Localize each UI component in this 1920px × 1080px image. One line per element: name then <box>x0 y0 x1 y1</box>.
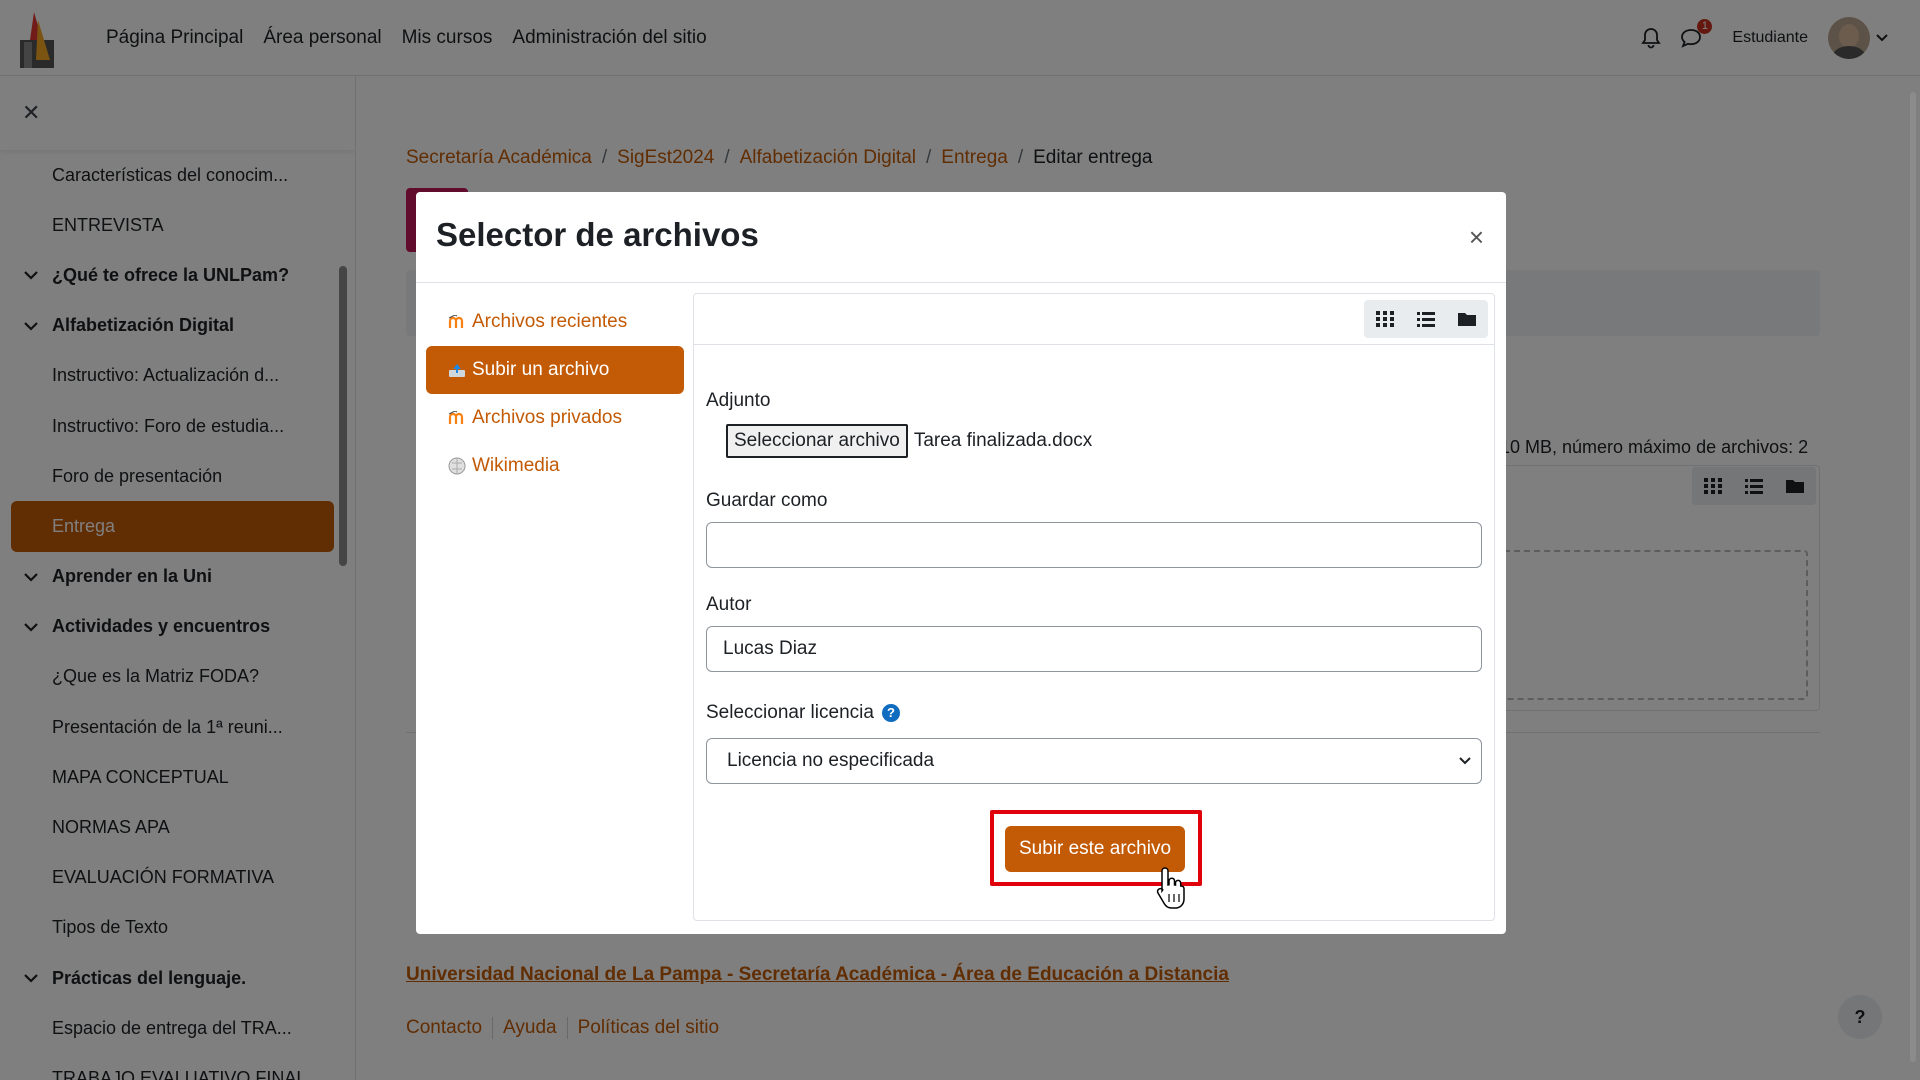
chevron-down-icon <box>1459 757 1471 765</box>
repo-wikimedia[interactable]: Wikimedia <box>426 442 684 490</box>
view-toolbar <box>1364 300 1488 338</box>
repo-recent-files[interactable]: Archivos recientes <box>426 298 684 346</box>
repo-private-files[interactable]: Archivos privados <box>426 394 684 442</box>
repository-list: Archivos recientes Subir un archivo Arch… <box>426 298 684 490</box>
choose-file-button[interactable]: Seleccionar archivo <box>726 424 908 458</box>
repo-label: Subir un archivo <box>472 359 610 380</box>
close-icon[interactable]: ✕ <box>22 100 40 126</box>
save-as-input[interactable] <box>706 522 1482 568</box>
moodle-icon <box>446 312 468 332</box>
page-scrollbar-thumb[interactable] <box>1910 92 1916 1062</box>
attachment-label: Adjunto <box>706 390 771 411</box>
panel-divider <box>694 344 1494 345</box>
moodle-icon <box>446 408 468 428</box>
repo-label: Archivos recientes <box>472 311 628 332</box>
grid-view-icon[interactable] <box>1375 311 1394 327</box>
help-icon[interactable]: ? <box>881 703 900 722</box>
license-select[interactable]: Licencia no especificada <box>706 738 1482 784</box>
folder-view-icon[interactable] <box>1458 311 1477 327</box>
author-label: Autor <box>706 594 752 615</box>
close-icon[interactable]: × <box>1469 222 1484 253</box>
page-scrollbar[interactable] <box>1908 78 1918 1078</box>
drawer-header: ✕ <box>0 76 355 150</box>
upload-icon <box>446 360 468 380</box>
license-label-row: Seleccionar licencia? <box>706 702 1486 724</box>
wikimedia-icon <box>446 456 468 476</box>
repo-label: Wikimedia <box>472 455 560 476</box>
repo-label: Archivos privados <box>472 407 622 428</box>
file-picker-dialog: Selector de archivos × Archivos reciente… <box>416 192 1506 934</box>
save-as-label: Guardar como <box>706 490 828 511</box>
dialog-divider <box>416 282 1506 283</box>
dialog-title: Selector de archivos <box>436 216 759 253</box>
file-chooser-row: Seleccionar archivo Tarea finalizada.doc… <box>706 424 1486 458</box>
author-input[interactable]: Lucas Diaz <box>706 626 1482 672</box>
list-view-icon[interactable] <box>1416 311 1435 327</box>
chosen-file-name: Tarea finalizada.docx <box>913 430 1093 451</box>
repo-upload-file[interactable]: Subir un archivo <box>426 346 684 394</box>
license-label: Seleccionar licencia <box>706 702 874 723</box>
hand-cursor-icon <box>1156 867 1185 909</box>
license-selected-value: Licencia no especificada <box>727 750 935 771</box>
upload-form: Adjunto Seleccionar archivo Tarea finali… <box>706 390 1486 784</box>
